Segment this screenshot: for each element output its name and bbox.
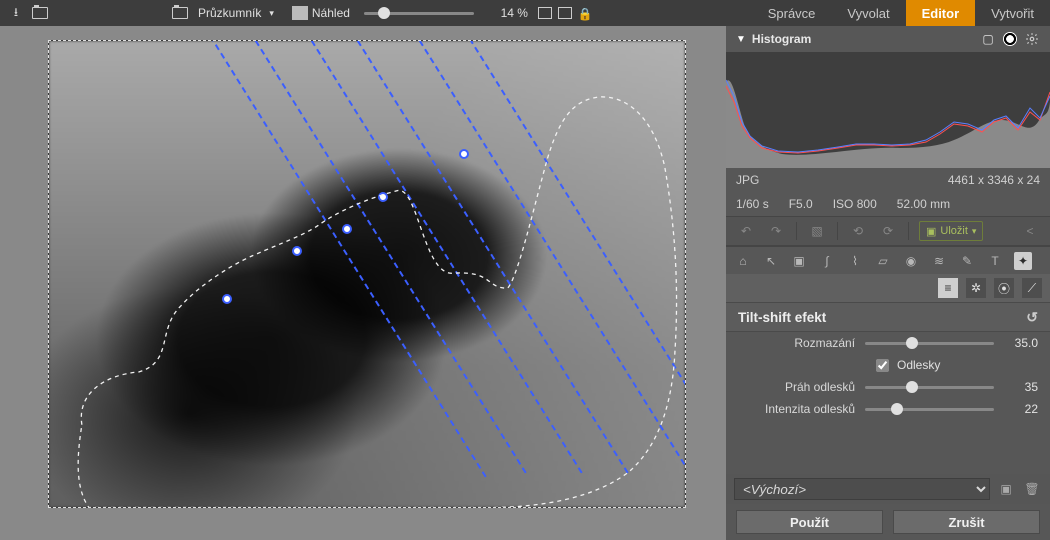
share-icon[interactable]: < — [1020, 222, 1040, 240]
save-label: Uložit — [940, 225, 968, 237]
tab-vyvolat[interactable]: Vyvolat — [831, 0, 905, 26]
settings-gear-icon[interactable] — [1024, 32, 1040, 46]
tab-label: Správce — [768, 6, 816, 21]
explorer-label: Průzkumník — [198, 6, 261, 20]
histogram-title: Histogram — [752, 32, 974, 46]
lock-icon[interactable]: 🔒 — [578, 7, 592, 19]
undo-icon[interactable]: ↶ — [736, 222, 756, 240]
download-icon[interactable]: ⭳ — [6, 3, 26, 23]
perspective-icon[interactable]: ▱ — [874, 252, 892, 270]
save-button[interactable]: ▣ Uložit ▾ — [919, 221, 983, 241]
save-preset-icon[interactable]: ▣ — [996, 479, 1016, 499]
tab-label: Vytvořit — [991, 6, 1034, 21]
threshold-slider[interactable] — [865, 386, 994, 389]
zoom-1to1-icon[interactable] — [538, 7, 552, 19]
compare-icon[interactable]: ▧ — [807, 222, 827, 240]
sub-radial-icon[interactable]: ⦿ — [994, 278, 1014, 298]
explorer-button[interactable]: Průzkumník ▾ — [164, 0, 280, 26]
brush-icon[interactable]: ✎ — [958, 252, 976, 270]
eye-icon[interactable]: ◉ — [902, 252, 920, 270]
blur-label: Rozmazání — [726, 336, 855, 350]
intensity-slider[interactable] — [865, 408, 994, 411]
cancel-button[interactable]: Zrušit — [893, 510, 1040, 534]
zoom-percent: 14 % — [482, 6, 528, 20]
right-panel: ▼ Histogram ▢ JPG 4461 x 3346 x 24 1/60 … — [726, 26, 1050, 540]
chevron-down-icon: ▾ — [269, 8, 274, 19]
meta-iso: ISO 800 — [833, 197, 877, 211]
apply-button[interactable]: Použít — [736, 510, 883, 534]
separator — [908, 222, 909, 240]
blur-value: 35.0 — [1004, 336, 1038, 350]
fit-screen-icon[interactable] — [558, 7, 572, 19]
threshold-label: Práh odlesků — [726, 380, 855, 394]
chevron-down-icon: ▾ — [972, 226, 977, 237]
separator — [837, 222, 838, 240]
image-canvas[interactable] — [48, 40, 686, 508]
redo-icon[interactable]: ↷ — [766, 222, 786, 240]
meta-focal: 52.00 mm — [897, 197, 950, 211]
shadow-clip-icon[interactable] — [1002, 32, 1018, 46]
meta-shutter: 1/60 s — [736, 197, 769, 211]
home-icon[interactable]: ⌂ — [734, 252, 752, 270]
zoom-slider[interactable] — [364, 12, 474, 15]
preview-label: Náhled — [312, 6, 350, 20]
sub-brush-icon[interactable]: ⟋ — [1022, 278, 1042, 298]
curve-icon[interactable]: ∫ — [818, 252, 836, 270]
highlight-clip-icon[interactable]: ▢ — [980, 32, 996, 46]
gradient-icon[interactable]: ≋ — [930, 252, 948, 270]
reset-icon[interactable]: ↺ — [1026, 309, 1038, 326]
image-icon — [292, 6, 308, 20]
workspace — [0, 26, 726, 540]
preset-select[interactable]: <Výchozí> — [734, 478, 990, 500]
meta-aperture: F5.0 — [789, 197, 813, 211]
intensity-label: Intenzita odlesků — [726, 402, 855, 416]
new-folder-icon[interactable] — [30, 3, 50, 23]
folder-open-icon — [170, 3, 190, 23]
apply-label: Použít — [790, 515, 829, 530]
tab-spravce[interactable]: Správce — [752, 0, 832, 26]
crop-icon[interactable]: ▣ — [790, 252, 808, 270]
floppy-icon: ▣ — [926, 225, 936, 238]
chevron-down-icon[interactable]: ▼ — [736, 34, 746, 45]
rotate-right-icon[interactable]: ⟳ — [878, 222, 898, 240]
text-icon[interactable]: T — [986, 252, 1004, 270]
tab-editor[interactable]: Editor — [906, 0, 976, 26]
cancel-label: Zrušit — [948, 515, 984, 530]
sub-settings-icon[interactable]: ✲ — [966, 278, 986, 298]
intensity-value: 22 — [1004, 402, 1038, 416]
histogram-display — [726, 52, 1050, 168]
subject-selection — [49, 41, 685, 508]
specular-checkbox[interactable] — [876, 359, 889, 372]
liquify-icon[interactable]: ⌇ — [846, 252, 864, 270]
effects-icon[interactable]: ✦ — [1014, 252, 1032, 270]
threshold-value: 35 — [1004, 380, 1038, 394]
tab-vytvorit[interactable]: Vytvořit — [975, 0, 1050, 26]
pointer-icon[interactable]: ↖ — [762, 252, 780, 270]
rotate-left-icon[interactable]: ⟲ — [848, 222, 868, 240]
meta-format: JPG — [736, 173, 928, 187]
meta-dimensions: 4461 x 3346 x 24 — [948, 173, 1040, 187]
tab-label: Editor — [922, 6, 960, 21]
preview-button[interactable]: Náhled — [286, 0, 356, 26]
blur-slider[interactable] — [865, 342, 994, 345]
specular-label: Odlesky — [897, 358, 940, 372]
section-title: Tilt-shift efekt — [738, 310, 826, 325]
tab-label: Vyvolat — [847, 6, 889, 21]
separator — [796, 222, 797, 240]
sub-linear-icon[interactable]: ≡ — [938, 278, 958, 298]
delete-preset-icon[interactable]: 🗑 — [1022, 479, 1042, 499]
